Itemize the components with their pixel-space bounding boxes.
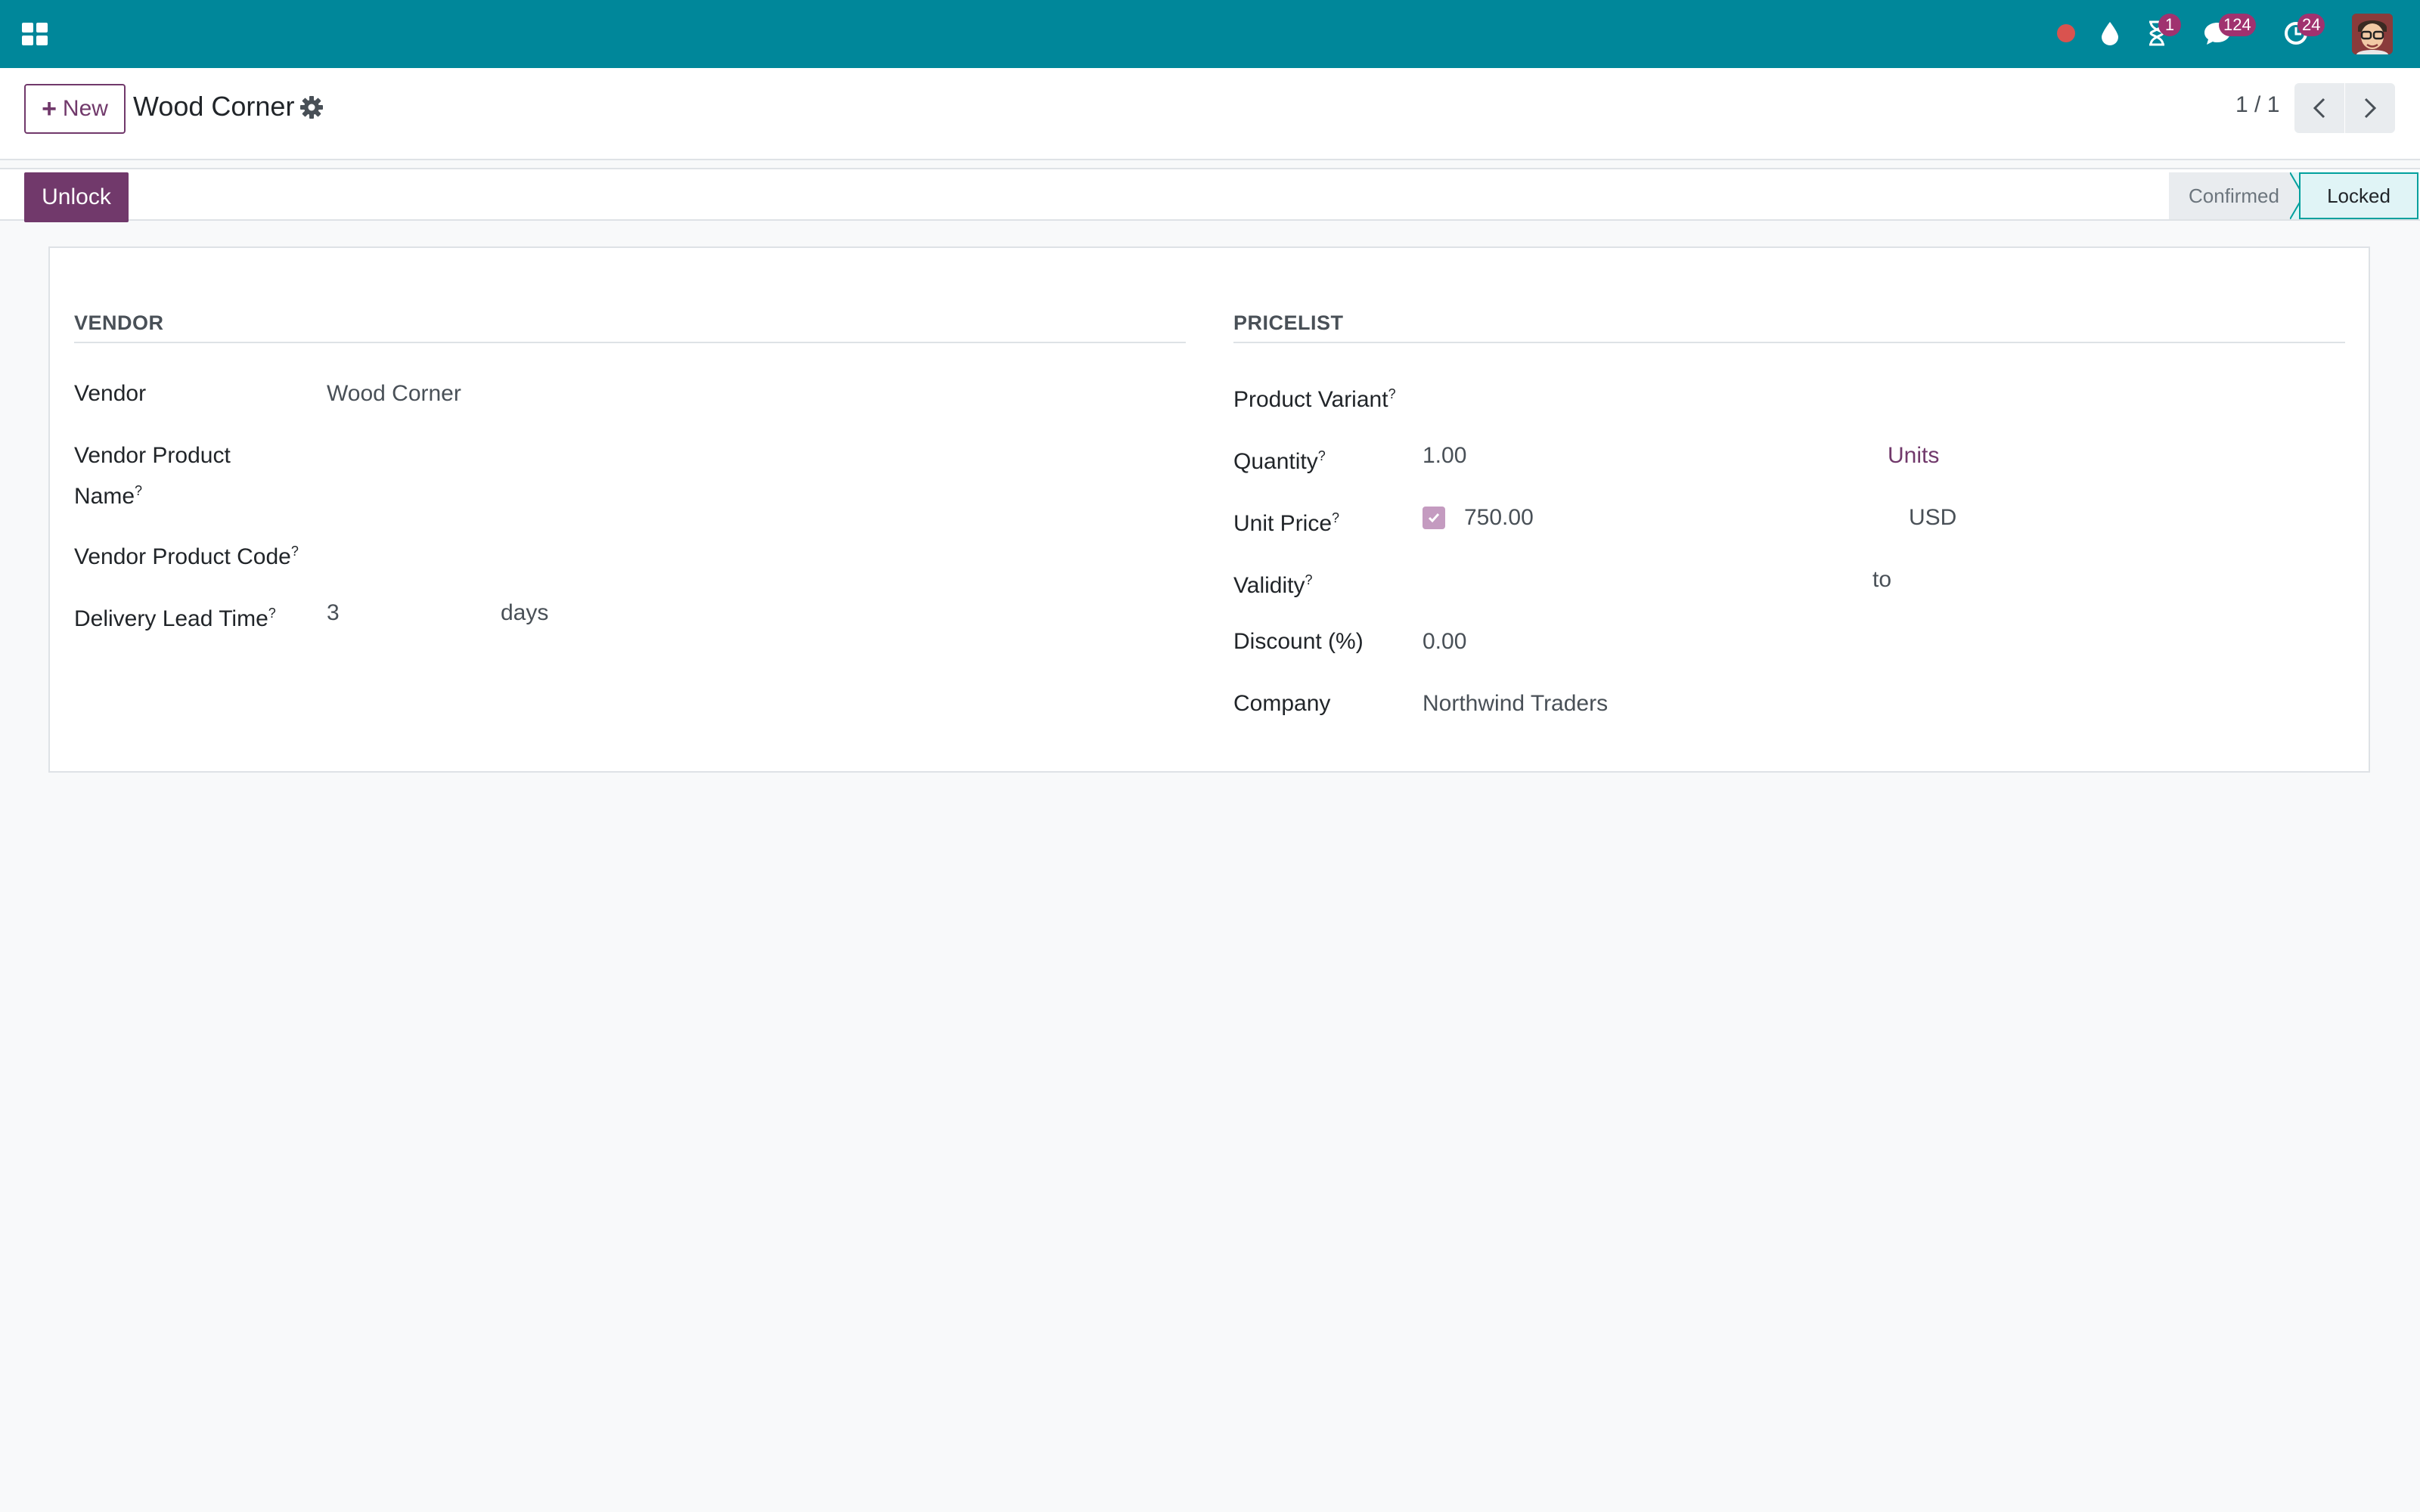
help-tooltip-icon[interactable]: ? (1332, 510, 1339, 525)
activity-clock-icon[interactable]: 24 (2279, 14, 2325, 50)
quantity-label-text: Quantity (1233, 449, 1318, 474)
help-tooltip-icon[interactable]: ? (135, 483, 142, 498)
unlock-button[interactable]: Unlock (24, 172, 129, 222)
validity-label-text: Validity (1233, 573, 1305, 598)
pager-value[interactable]: 1 / 1 (2235, 92, 2279, 118)
validity-label: Validity? (1233, 562, 1313, 603)
gear-icon[interactable] (299, 95, 324, 119)
user-avatar[interactable] (2352, 14, 2393, 54)
validity-separator: to (1872, 567, 1892, 592)
vendor-product-code-label: Vendor Product Code? (74, 534, 299, 575)
help-tooltip-icon[interactable]: ? (1318, 448, 1326, 463)
section-divider (1233, 342, 2345, 343)
droplet-icon[interactable] (2093, 17, 2127, 50)
vendor-product-name-label-line2: Name (74, 484, 135, 509)
quantity-value[interactable]: 1.00 (1423, 438, 1466, 473)
chat-badge: 124 (2219, 14, 2256, 36)
vendor-product-code-label-text: Vendor Product Code (74, 544, 291, 569)
discount-label: Discount (%) (1233, 629, 1364, 654)
new-button[interactable]: + New (24, 84, 126, 134)
quantity-label: Quantity? (1233, 438, 1326, 479)
activity-badge: 24 (2297, 14, 2325, 36)
help-tooltip-icon[interactable]: ? (291, 544, 299, 559)
company-label: Company (1233, 691, 1331, 716)
unit-price-checkbox[interactable] (1423, 507, 1445, 529)
product-variant-label: Product Variant? (1233, 376, 1396, 417)
form-sheet: VENDOR Vendor Wood Corner Vendor Product… (48, 246, 2370, 773)
unit-price-label: Unit Price? (1233, 500, 1339, 541)
unit-price-value[interactable]: 750.00 (1464, 500, 1534, 535)
vendor-product-name-label: Vendor Product Name? (74, 438, 231, 514)
unit-price-currency: USD (1909, 505, 1957, 530)
unit-price-label-text: Unit Price (1233, 511, 1333, 536)
product-variant-label-text: Product Variant (1233, 387, 1388, 412)
control-panel: + New Wood Corner 1 / 1 (0, 68, 2420, 160)
stage-locked[interactable]: Locked (2299, 172, 2418, 219)
pricelist-section-title: PRICELIST (1233, 311, 1344, 334)
delivery-lead-time-value[interactable]: 3 (327, 596, 340, 631)
discount-value[interactable]: 0.00 (1423, 624, 1466, 659)
hourglass-badge: 1 (2158, 14, 2181, 36)
record-title: Wood Corner (133, 91, 295, 122)
vendor-value[interactable]: Wood Corner (327, 376, 461, 411)
checkmark-icon (1428, 513, 1440, 523)
section-divider (74, 342, 1186, 343)
vendor-label: Vendor (74, 381, 147, 406)
record-dot-icon[interactable] (2049, 17, 2083, 50)
apps-grid-icon[interactable] (21, 20, 48, 48)
pager-previous-button[interactable] (2294, 83, 2344, 133)
delivery-lead-time-label-text: Delivery Lead Time (74, 606, 268, 631)
new-button-label: New (62, 96, 108, 121)
company-value[interactable]: Northwind Traders (1423, 686, 1608, 721)
help-tooltip-icon[interactable]: ? (268, 606, 276, 621)
stage-confirmed[interactable]: Confirmed (2169, 172, 2299, 219)
chevron-right-icon (2364, 98, 2377, 119)
chevron-left-icon (2313, 98, 2325, 119)
status-bar: Unlock Confirmed Locked (0, 168, 2420, 222)
help-tooltip-icon[interactable]: ? (1305, 572, 1312, 587)
hourglass-icon[interactable]: 1 (2140, 14, 2181, 50)
pager-next-button[interactable] (2345, 83, 2395, 133)
delivery-lead-time-label: Delivery Lead Time? (74, 596, 276, 637)
vendor-product-name-label-line1: Vendor Product (74, 443, 231, 468)
quantity-unit-link[interactable]: Units (1888, 438, 1939, 473)
top-navbar: 1 124 24 (0, 0, 2420, 68)
delivery-lead-time-unit: days (501, 600, 549, 625)
vendor-section-title: VENDOR (74, 311, 164, 334)
chat-icon[interactable]: 124 (2201, 14, 2256, 50)
plus-icon: + (42, 94, 57, 123)
help-tooltip-icon[interactable]: ? (1388, 386, 1396, 401)
